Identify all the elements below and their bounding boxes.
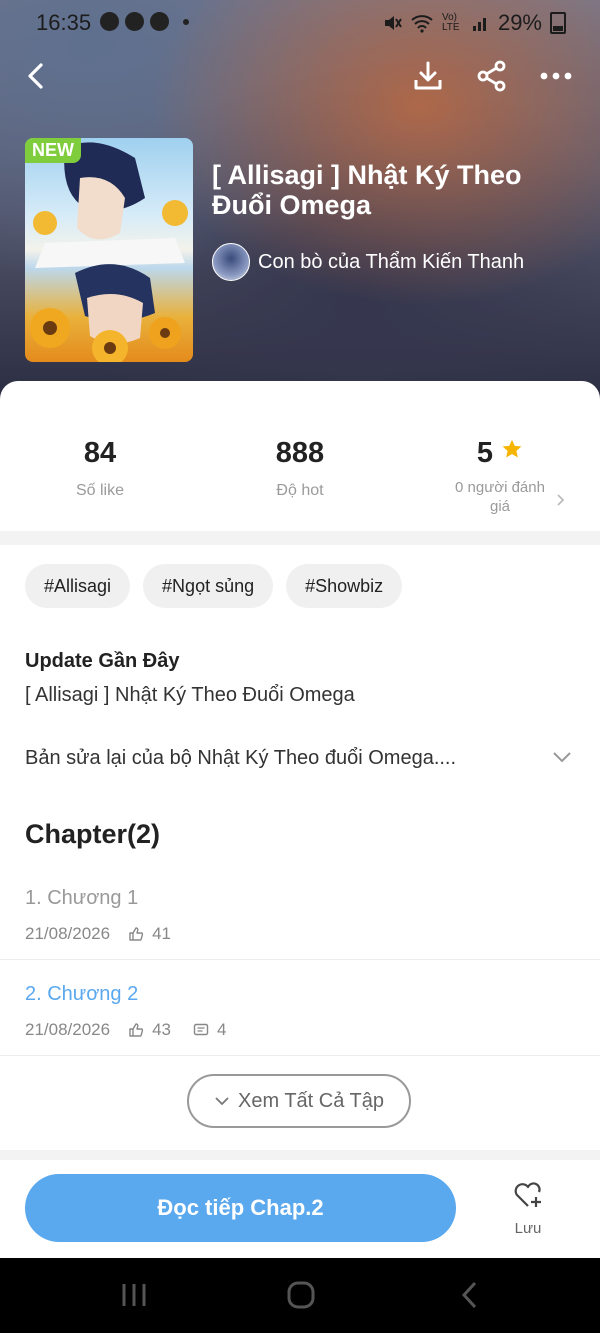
chapter-comments: 4 (217, 1020, 227, 1039)
thumbs-up-icon (129, 1023, 144, 1037)
battery-percent: 29% (497, 10, 542, 35)
likes-stat: 84 Số like (0, 437, 200, 500)
rating-count-label: 0 người đánh giá (455, 479, 545, 515)
chapter-title: 2. Chương 2 (25, 983, 139, 1005)
signal-icon (472, 18, 486, 31)
download-icon (414, 61, 442, 90)
comic-title: [ Allisagi ] Nhật Ký Theo Đuổi Omega (212, 160, 522, 220)
more-button[interactable] (536, 56, 576, 96)
save-label: Lưu (514, 1220, 542, 1237)
chapter-likes: 41 (152, 924, 172, 943)
author-link[interactable]: Con bò của Thẩm Kiến Thanh (212, 243, 524, 281)
tag-allisagi[interactable]: #Allisagi (25, 564, 131, 608)
bottom-action-bar: Đọc tiếp Chap.2 Lưu (0, 1160, 600, 1258)
recent-apps-icon[interactable] (119, 1282, 149, 1308)
thumbs-up-icon (129, 927, 144, 941)
status-time: 16:35 (36, 10, 92, 35)
continue-reading-label: Đọc tiếp Chap.2 (157, 1195, 324, 1220)
chevron-down-icon (215, 1097, 229, 1106)
rating-value-row: 5 (400, 437, 600, 470)
likes-count: 84 (83, 437, 117, 469)
detail-section: #Allisagi #Ngọt sủng #Showbiz Update Gần… (0, 545, 600, 1150)
chapter-meta: 21/08/2026 41 (25, 924, 171, 944)
tag-ngot-sung[interactable]: #Ngọt sủng (143, 564, 274, 608)
author-avatar (212, 243, 250, 281)
share-button[interactable] (472, 56, 512, 96)
chapter-title: 1. Chương 1 (25, 887, 139, 909)
back-arrow-icon (28, 63, 43, 89)
rating-value: 5 (476, 437, 494, 469)
shop-notification-icon (100, 12, 119, 31)
system-navigation-bar (0, 1258, 600, 1333)
heart-plus-icon (514, 1182, 541, 1207)
stats-panel: 84 Số like 888 Độ hot 5 0 người đánh giá (0, 381, 600, 531)
chapter-heading: Chapter(2) (25, 819, 161, 849)
new-badge: NEW (25, 138, 81, 163)
volte-badge: Vo) LTE (441, 12, 460, 33)
status-bar: 16:35 Vo) LTE 29% (0, 0, 600, 44)
system-icons: Vo) LTE 29% (382, 10, 566, 36)
chapter-date: 21/08/2026 (25, 1020, 111, 1039)
chapter-date: 21/08/2026 (25, 924, 111, 943)
messenger-notification-icon (125, 12, 144, 31)
comment-icon (193, 1023, 209, 1036)
hot-count: 888 (275, 437, 325, 469)
hot-label: Độ hot (276, 482, 324, 499)
home-icon[interactable] (286, 1280, 316, 1310)
chapter-meta: 21/08/2026 43 4 (25, 1020, 226, 1040)
facebook-notification-icon (150, 12, 169, 31)
star-icon (502, 439, 522, 458)
see-all-label: Xem Tất Cả Tập (238, 1089, 384, 1112)
update-heading: Update Gần Đây (25, 650, 180, 672)
back-button[interactable] (16, 56, 56, 96)
description-text[interactable]: Bản sửa lại của bộ Nhật Ký Theo đuổi Ome… (25, 747, 456, 770)
cover-illustration (30, 142, 188, 362)
tag-showbiz[interactable]: #Showbiz (286, 564, 403, 608)
mute-icon (384, 16, 402, 30)
continue-reading-button[interactable]: Đọc tiếp Chap.2 (25, 1174, 456, 1242)
cover-image[interactable]: NEW (25, 138, 193, 362)
see-all-chapters-button[interactable]: Xem Tất Cả Tập (187, 1074, 411, 1128)
battery-icon (550, 12, 566, 34)
author-name: Con bò của Thẩm Kiến Thanh (258, 250, 525, 273)
rating-stat[interactable]: 5 0 người đánh giá (400, 437, 600, 516)
more-dots-icon (540, 72, 572, 80)
save-button[interactable]: Lưu (503, 1180, 553, 1237)
download-button[interactable] (408, 56, 448, 96)
chevron-right-icon (557, 494, 565, 506)
system-back-icon[interactable] (460, 1280, 480, 1310)
notification-icons (100, 12, 189, 31)
update-subtitle: [ Allisagi ] Nhật Ký Theo Đuổi Omega (25, 684, 355, 706)
likes-label: Số like (75, 482, 125, 499)
tag-list: #Allisagi #Ngọt sủng #Showbiz (25, 564, 403, 608)
chapter-row-2[interactable]: 2. Chương 2 21/08/2026 43 4 (0, 959, 600, 1056)
comic-header: 16:35 Vo) LTE 29% NEW [Allisagi] Nhật … (0, 0, 600, 420)
expand-description-button[interactable] (552, 750, 572, 769)
chevron-down-icon (553, 752, 571, 763)
more-notifications-icon (183, 19, 189, 25)
share-icon (477, 60, 506, 92)
hot-stat: 888 Độ hot (200, 437, 400, 500)
wifi-icon (411, 15, 433, 33)
chapter-row-1[interactable]: 1. Chương 1 21/08/2026 41 (0, 863, 600, 960)
chapter-likes: 43 (152, 1020, 172, 1039)
